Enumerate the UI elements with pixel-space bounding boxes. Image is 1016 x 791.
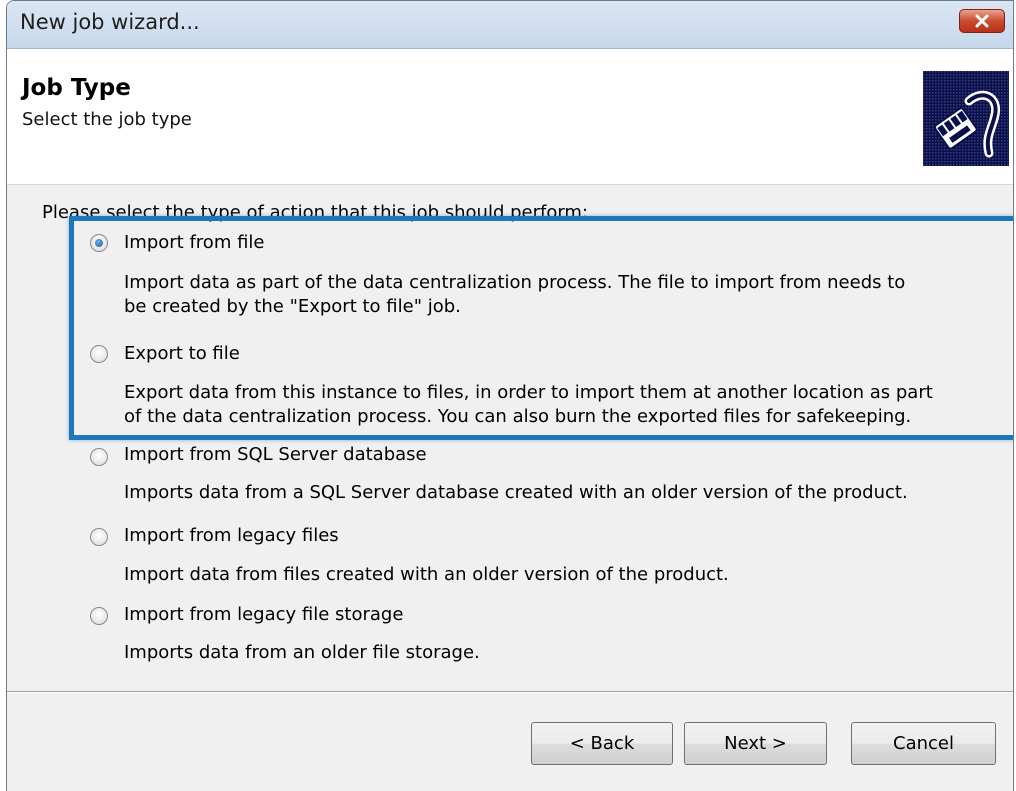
page-title: Job Type: [22, 75, 131, 101]
option-label[interactable]: Import from file: [124, 232, 264, 253]
option-description: Import data as part of the data centrali…: [124, 271, 994, 319]
wizard-header: Job Type Select the job type: [7, 49, 1013, 185]
option-description: Imports data from an older file storage.: [124, 641, 994, 665]
description-line: Imports data from a SQL Server database …: [124, 482, 908, 503]
option-label[interactable]: Import from legacy files: [124, 525, 339, 546]
radio-import-from-legacy-file-storage[interactable]: [90, 607, 108, 625]
close-button[interactable]: [959, 9, 1005, 33]
description-line: Import data as part of the data centrali…: [124, 272, 906, 293]
radio-import-from-legacy-files[interactable]: [90, 528, 108, 546]
description-line: Export data from this instance to files,…: [124, 382, 933, 403]
wizard-content: Please select the type of action that th…: [7, 185, 1013, 691]
option-description: Import data from files created with an o…: [124, 563, 994, 587]
wizard-window: New job wizard... Job Type Select the jo…: [6, 0, 1014, 791]
description-line: Import data from files created with an o…: [124, 564, 729, 585]
footer-separator: [7, 691, 1013, 693]
option-label[interactable]: Import from legacy file storage: [124, 604, 403, 625]
description-line: Imports data from an older file storage.: [124, 642, 480, 663]
option-label[interactable]: Import from SQL Server database: [124, 444, 427, 465]
radio-export-to-file[interactable]: [90, 345, 108, 363]
back-button[interactable]: < Back: [531, 722, 673, 765]
radio-import-from-file[interactable]: [90, 234, 108, 252]
page-subtitle: Select the job type: [22, 109, 192, 130]
description-line: of the data centralization process. You …: [124, 406, 912, 427]
close-icon: [975, 14, 989, 28]
cancel-button[interactable]: Cancel: [851, 722, 996, 765]
option-description: Export data from this instance to files,…: [124, 381, 994, 429]
description-line: be created by the "Export to file" job.: [124, 296, 461, 317]
option-label[interactable]: Export to file: [124, 343, 240, 364]
network-cable-icon: [923, 71, 1009, 166]
title-bar[interactable]: New job wizard...: [7, 1, 1013, 49]
option-description: Imports data from a SQL Server database …: [124, 481, 994, 505]
radio-import-from-sql-server[interactable]: [90, 448, 108, 466]
window-title: New job wizard...: [20, 10, 200, 34]
next-button[interactable]: Next >: [684, 722, 827, 765]
